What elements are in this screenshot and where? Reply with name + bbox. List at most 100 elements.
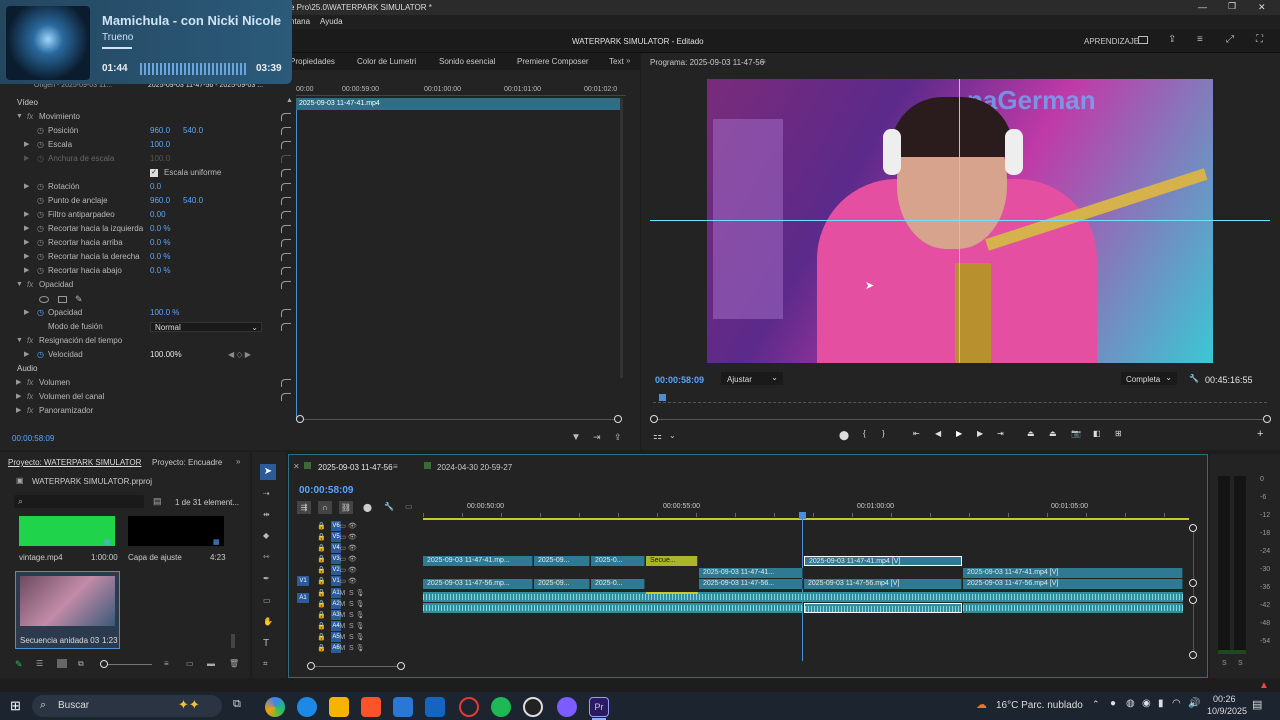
freeform-view-icon[interactable]: ⧉ [78,659,84,669]
ec-row-anclaje[interactable]: ◷ Punto de anclaje 960.0 540.0 [0,194,296,208]
pen-mask-icon[interactable]: ✎ [75,292,83,306]
tab-propiedades[interactable]: Propiedades [290,57,335,66]
clock-date[interactable]: 10/9/2025 [1207,706,1247,716]
add-marker-icon[interactable]: ⬤ [839,430,849,441]
clip-v3[interactable]: 2025-09-03 11-47-41.mp... [423,556,533,566]
clip-v3-selected[interactable]: 2025-09-03 11-47-41.mp4 [V] [804,556,962,566]
ec-timecode[interactable]: 00:00:58:09 [12,434,54,443]
list-view-icon[interactable]: ☰ [36,659,43,668]
clip-v1[interactable]: 2025-09-03 11-47-56... [699,579,803,589]
audio-clip-a1[interactable] [423,592,1183,602]
clip-v2[interactable]: 2025-09-03 11-47-41.mp4 [V] [963,568,1183,578]
ec-row-velocidad[interactable]: ▶ ◷ Velocidad 100.00% ◀ ◇ ▶ [0,348,296,362]
slip-tool-icon[interactable]: ⇿ [263,552,270,561]
outlook-icon[interactable] [425,697,445,717]
clip-v3[interactable]: 2025-0... [591,556,645,566]
search-box[interactable]: ⌕ Buscar ✦✦ [32,695,222,717]
keyframe-nav-icon[interactable]: ◀ ◇ ▶ [228,348,251,362]
chevron-down-icon[interactable]: ⌄ [669,431,676,440]
task-view-icon[interactable]: ⧉ [233,698,241,711]
audio-clip-a2-selected[interactable] [804,603,962,613]
ec-row-recortar-abajo[interactable]: ▶ ◷ Recortar hacia abajo 0.0 % [0,264,296,278]
clip-v2[interactable]: 2025-09-03 11-47-41... [699,568,803,578]
timeline-ruler[interactable]: 00:00:50:00 00:00:55:00 00:01:00:00 00:0… [423,499,1189,520]
clip-v1[interactable]: 2025-09... [534,579,590,589]
audio-clip-a2[interactable] [963,603,1183,613]
program-title[interactable]: Programa: 2025-09-03 11-47-56 [650,58,764,67]
minimize-button[interactable]: — [1198,2,1207,12]
audio-track-controls[interactable]: 🔒 M S 🎙 🔒 M S 🎙 🔒 M S 🎙 🔒 M S 🎙 🔒 M S 🎙 🔒 M S… [317,588,407,654]
tab-sequence-1[interactable]: 2025-09-03 11-47-56 [318,463,393,472]
tray-app-icon[interactable]: ◍ [1126,698,1135,709]
new-bin-icon[interactable]: ▬ [207,659,215,668]
play-icon[interactable]: ▶ [956,429,962,438]
fit-select[interactable]: Ajustar ⌄ [721,372,783,385]
play-audio-icon[interactable]: ⇥ [593,432,601,443]
project-thumb-vintage[interactable] [19,516,115,546]
reset-icon[interactable] [281,379,291,387]
edge-icon[interactable] [297,697,317,717]
program-ruler[interactable] [653,398,1267,403]
reset-icon[interactable] [281,225,291,233]
quality-select[interactable]: Completa ⌄ [1121,372,1177,385]
ec-row-recortar-der[interactable]: ▶ ◷ Recortar hacia la derecha 0.0 % [0,250,296,264]
reset-icon[interactable] [281,113,291,121]
reset-icon[interactable] [281,393,291,401]
panel-menu-icon[interactable]: ≡ [393,462,398,471]
close-button[interactable]: ✕ [1258,2,1266,13]
notifications-icon[interactable]: ▤ [1252,698,1262,711]
zoom-handle-right[interactable] [397,662,405,670]
delete-icon[interactable]: 🗑 [229,659,239,668]
step-forward-icon[interactable]: ▶ [977,429,983,438]
clip-v1[interactable]: 2025-0... [591,579,645,589]
timeline-zoom-bar[interactable] [311,666,401,667]
ec-scrollbar[interactable] [620,98,623,378]
zoom-handle-left[interactable] [296,415,304,423]
menu-icon[interactable]: ≡ [1197,34,1203,45]
program-playhead[interactable] [659,394,666,401]
ec-row-posicion[interactable]: ◷ Posición 960.0 540.0 [0,124,296,138]
reset-icon[interactable] [281,211,291,219]
panel-menu-icon[interactable]: ≡ [761,57,766,66]
obs-icon[interactable] [523,697,543,717]
ec-clip-bar[interactable]: 2025-09-03 11-47-41.mp4 [296,98,622,110]
work-area-bar[interactable] [423,518,1189,520]
zoom-slider[interactable] [104,664,152,665]
ec-row-recortar-arriba[interactable]: ▶ ◷ Recortar hacia arriba 0.0 % [0,236,296,250]
opera-icon[interactable] [459,697,479,717]
solo-left-button[interactable]: S [1222,660,1227,667]
progress-bar[interactable] [102,47,132,49]
close-tab-icon[interactable]: ✕ [293,462,300,471]
wifi-icon[interactable]: ◠ [1172,698,1181,709]
audio-clip-a2[interactable] [423,603,803,613]
aprendizaje-tab[interactable]: APRENDIZAJE [1084,37,1139,46]
add-marker-icon[interactable]: ⬤ [363,503,372,512]
menu-item-ayuda[interactable]: Ayuda [320,17,343,26]
clip-v1[interactable]: 2025-09-03 11-47-56.mp... [423,579,533,589]
rectangle-tool-icon[interactable]: ▭ [263,596,271,605]
ripple-edit-icon[interactable]: ⇹ [263,510,270,519]
razor-icon[interactable]: ◆ [263,531,269,540]
search-input[interactable]: ⌕ [14,495,144,508]
lift-icon[interactable]: ⏏ [1027,429,1035,438]
clip-v1[interactable]: 2025-09-03 11-47-56.mp4 [V] [804,579,962,589]
scroll-handle[interactable] [1189,524,1197,532]
ec-row-rotacion[interactable]: ▶ ◷ Rotación 0.0 [0,180,296,194]
windows-start-icon[interactable]: ⊞ [10,698,21,714]
reset-icon[interactable] [281,197,291,205]
track-select-icon[interactable]: ⇢ [263,489,270,498]
selection-tool-icon[interactable]: ➤ [260,464,276,480]
share-icon[interactable]: ⇪ [1168,34,1176,45]
ec-row-antiparpadeo[interactable]: ▶ ◷ Filtro antiparpadeo 0.00 [0,208,296,222]
project-item-selected[interactable]: Secuencia anidada 03 1:23 [15,571,120,649]
more-tabs-icon[interactable]: » [626,56,630,65]
linked-selection-icon[interactable]: ⛓ [339,501,353,514]
project-thumb-capa[interactable] [128,516,224,546]
rectangle-mask-icon[interactable] [58,296,67,303]
expand-icon[interactable]: ⤢ [1226,34,1234,45]
more-tabs-icon[interactable]: » [236,457,240,466]
ec-row-panoramizador[interactable]: ▶ fx Panoramizador [0,404,296,418]
magnet-icon[interactable]: ∩ [318,501,332,514]
comparison-icon[interactable]: ◧ [1093,429,1101,438]
wrench-icon[interactable]: 🔧 [1189,374,1199,383]
